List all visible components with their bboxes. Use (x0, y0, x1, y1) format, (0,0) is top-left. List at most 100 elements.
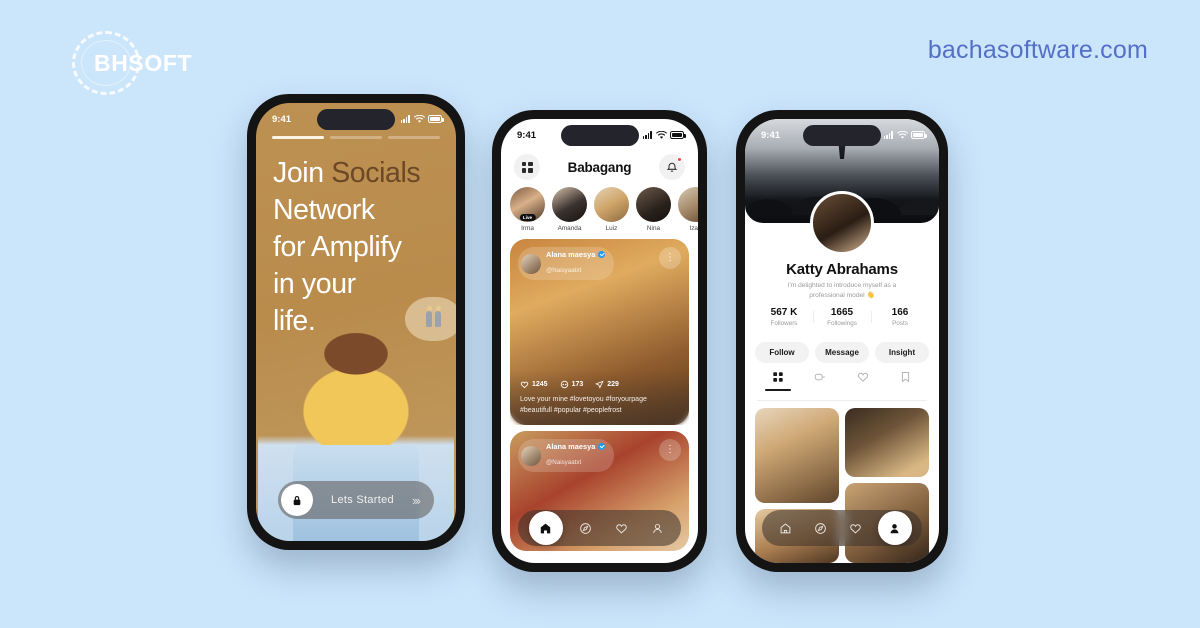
story-avatar[interactable] (636, 187, 671, 222)
profile-stats: 567 K Followers 1665 Followings 166 Post… (755, 307, 929, 327)
stat-value: 166 (891, 307, 909, 318)
grid-menu-icon[interactable] (514, 154, 540, 180)
verified-badge-icon (598, 251, 606, 258)
post-author[interactable]: Alana maesya @Naisyaatxt (518, 247, 615, 280)
avatar (521, 253, 541, 274)
story-avatar[interactable]: Live (510, 187, 545, 222)
story-avatar[interactable] (552, 187, 587, 222)
story-avatar[interactable] (594, 187, 629, 222)
grid-icon (773, 372, 783, 382)
share-count: 229 (607, 381, 619, 388)
story-name: Irma (521, 225, 534, 232)
wifi-icon (896, 130, 908, 139)
insight-button[interactable]: Insight (875, 342, 929, 363)
grid-photo[interactable] (845, 408, 929, 478)
signal-bars-icon (400, 115, 410, 123)
story-item[interactable]: Nina (636, 187, 671, 232)
bookmark-icon (902, 372, 910, 383)
tab-saved[interactable] (885, 371, 928, 391)
battery-icon (428, 115, 444, 123)
tab-video[interactable] (800, 371, 843, 391)
nav-compass-icon[interactable] (573, 515, 599, 541)
story-item[interactable]: Izaa (678, 187, 698, 232)
page-title: Babagang (567, 159, 632, 175)
signal-bars-icon (642, 131, 652, 139)
post-author[interactable]: Alana maesya @Naisyaatxt (518, 439, 615, 472)
nav-heart-icon[interactable] (608, 515, 634, 541)
dynamic-island (803, 125, 881, 146)
bottom-navigation[interactable] (762, 510, 922, 546)
like-stat[interactable]: 1245 (520, 380, 548, 389)
story-avatar[interactable] (678, 187, 698, 222)
phone2-screen: 9:41 Babagang Live Irma Amanda Luiz Nina… (501, 119, 698, 563)
stat-followers[interactable]: 567 K Followers (755, 307, 813, 327)
progress-segment-1[interactable] (272, 136, 324, 139)
message-button[interactable]: Message (815, 342, 869, 363)
more-vertical-icon[interactable]: ⋮ (659, 247, 681, 269)
headline-accent: Socials (331, 157, 421, 189)
more-vertical-icon[interactable]: ⋮ (659, 439, 681, 461)
comment-count: 173 (571, 381, 584, 388)
phone-profile: 9:41 Katty Abrahams I'm delighted to int… (736, 110, 948, 572)
heart-icon (520, 381, 529, 389)
tab-likes[interactable] (842, 371, 885, 391)
post-author-name: Alana maesya (546, 442, 596, 451)
comment-stat[interactable]: 173 (560, 380, 584, 389)
stat-posts[interactable]: 166 Posts (871, 307, 929, 327)
story-name: Izaa (689, 225, 698, 232)
divider (757, 400, 927, 401)
lets-started-button[interactable]: Lets Started ››› (278, 481, 434, 519)
stat-label: Followings (827, 320, 857, 327)
logo-text: BHSOFT (94, 49, 193, 76)
notification-dot (676, 157, 682, 162)
story-item[interactable]: Luiz (594, 187, 629, 232)
headline-line3: for Amplify (273, 231, 402, 264)
post-author-name: Alana maesya (546, 250, 596, 259)
stories-row[interactable]: Live Irma Amanda Luiz Nina Izaa (501, 187, 698, 232)
story-item[interactable]: Amanda (552, 187, 587, 232)
phone1-screen: 9:41 Join Socials Network for Amplify in… (256, 103, 456, 541)
story-name: Amanda (557, 225, 582, 232)
heart-icon (858, 372, 869, 382)
profile-name: Katty Abrahams (786, 261, 898, 278)
phone-onboarding: 9:41 Join Socials Network for Amplify in… (247, 94, 465, 550)
live-badge: Live (519, 214, 536, 221)
tab-grid[interactable] (757, 371, 800, 391)
video-icon (815, 373, 826, 381)
progress-segment-2[interactable] (330, 136, 382, 139)
tab-underline (850, 389, 876, 391)
chevron-right-icon: ››› (412, 492, 421, 508)
nav-home-icon[interactable] (528, 511, 563, 545)
status-time: 9:41 (517, 129, 537, 141)
nav-home-icon[interactable] (773, 515, 799, 541)
bottom-navigation[interactable] (518, 510, 681, 546)
post-author-handle: @Naisyaatxt (546, 459, 582, 466)
nav-compass-icon[interactable] (808, 515, 834, 541)
onboarding-headline: Join Socials Network for Amplify in your… (273, 155, 442, 340)
nav-person-icon[interactable] (644, 515, 670, 541)
story-item[interactable]: Live Irma (510, 187, 545, 232)
profile-avatar[interactable] (810, 191, 874, 255)
profile-tabs[interactable] (757, 371, 927, 391)
feed-post[interactable]: Alana maesya @Naisyaatxt ⋮ 1245 173 229 … (510, 239, 689, 425)
signal-bars-icon (883, 131, 893, 139)
nav-person-icon[interactable] (877, 511, 912, 545)
headline-line2: Network (273, 194, 375, 227)
profile-actions: Follow Message Insight (755, 342, 929, 363)
nav-heart-icon[interactable] (843, 515, 869, 541)
follow-button[interactable]: Follow (755, 342, 809, 363)
wifi-icon (413, 114, 425, 123)
stat-value: 1665 (830, 307, 854, 318)
bell-icon[interactable] (658, 154, 685, 180)
stat-value: 567 K (770, 307, 798, 318)
verified-badge-icon (598, 443, 606, 450)
wifi-icon (655, 130, 667, 139)
onboarding-progress[interactable] (272, 136, 440, 139)
stat-followings[interactable]: 1665 Followings (813, 307, 871, 327)
progress-segment-3[interactable] (388, 136, 440, 139)
phone-feed: 9:41 Babagang Live Irma Amanda Luiz Nina… (492, 110, 707, 572)
share-stat[interactable]: 229 (595, 380, 619, 389)
grid-photo[interactable] (755, 408, 839, 503)
headline-line4: in your (273, 268, 356, 301)
stat-label: Followers (770, 320, 798, 327)
